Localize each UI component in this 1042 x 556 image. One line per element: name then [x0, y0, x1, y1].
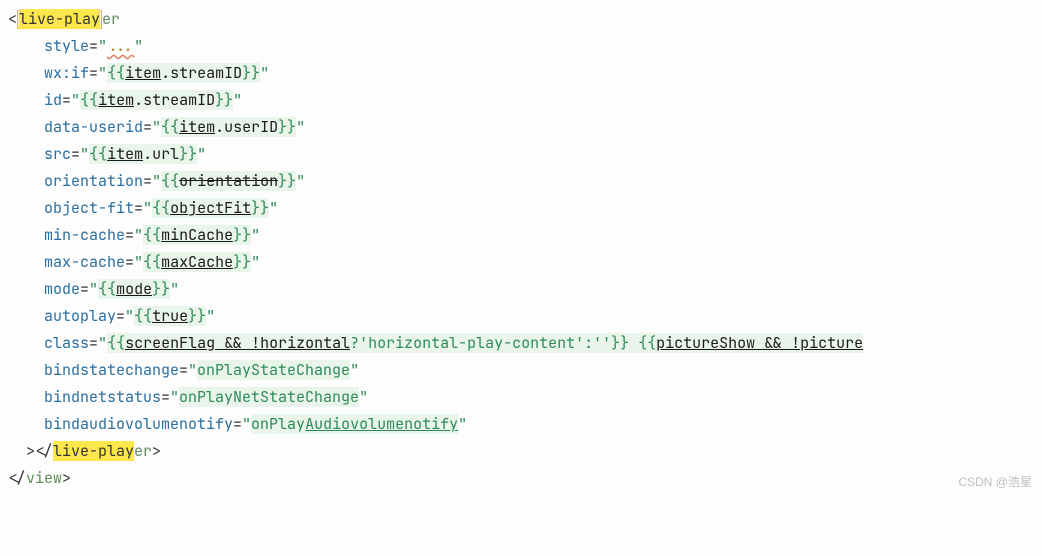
- attr-name: style: [44, 36, 89, 56]
- tag-highlight: live-play: [19, 9, 100, 29]
- attr-name: data-userid: [44, 117, 143, 137]
- tag-rest: er: [102, 9, 120, 29]
- code-line: mode="{{mode}}": [8, 276, 1042, 303]
- code-line: wx:if="{{item.streamID}}": [8, 60, 1042, 87]
- code-line: orientation="{{orientation}}": [8, 168, 1042, 195]
- code-line: bindnetstatus="onPlayNetStateChange": [8, 384, 1042, 411]
- angle-open: <: [8, 9, 17, 29]
- code-line: id="{{item.streamID}}": [8, 87, 1042, 114]
- code-line: class="{{screenFlag && !horizontal?'hori…: [8, 330, 1042, 357]
- code-line: ></live-player>: [8, 438, 1042, 465]
- attr-name: bindaudiovolumenotify: [44, 414, 233, 434]
- tag-box: live-play: [17, 10, 102, 29]
- attr-name: mode: [44, 279, 80, 299]
- attr-name: bindstatechange: [44, 360, 179, 380]
- attr-name: max-cache: [44, 252, 125, 272]
- code-line: max-cache="{{maxCache}}": [8, 249, 1042, 276]
- attr-name: object-fit: [44, 198, 134, 218]
- watermark: CSDN @浩星: [958, 472, 1032, 494]
- attr-name: orientation: [44, 171, 143, 191]
- attr-name: class: [44, 333, 89, 353]
- tag-view: view: [26, 468, 62, 488]
- code-line: bindstatechange="onPlayStateChange": [8, 357, 1042, 384]
- code-line: <live-player: [8, 6, 1042, 33]
- attr-name: autoplay: [44, 306, 116, 326]
- folded-value: ...: [107, 36, 134, 56]
- code-line: object-fit="{{objectFit}}": [8, 195, 1042, 222]
- code-line: bindaudiovolumenotify="onPlayAudiovolume…: [8, 411, 1042, 438]
- code-line: data-userid="{{item.userID}}": [8, 114, 1042, 141]
- attr-name: bindnetstatus: [44, 387, 161, 407]
- attr-name: src: [44, 144, 71, 164]
- attr-name: id: [44, 90, 62, 110]
- code-line: style="...": [8, 33, 1042, 60]
- code-line: </view>: [8, 465, 1042, 492]
- attr-name: min-cache: [44, 225, 125, 245]
- code-line: src="{{item.url}}": [8, 141, 1042, 168]
- code-line: autoplay="{{true}}": [8, 303, 1042, 330]
- tag-close-highlight: live-play: [53, 441, 134, 461]
- code-line: min-cache="{{minCache}}": [8, 222, 1042, 249]
- attr-name: wx:if: [44, 63, 89, 83]
